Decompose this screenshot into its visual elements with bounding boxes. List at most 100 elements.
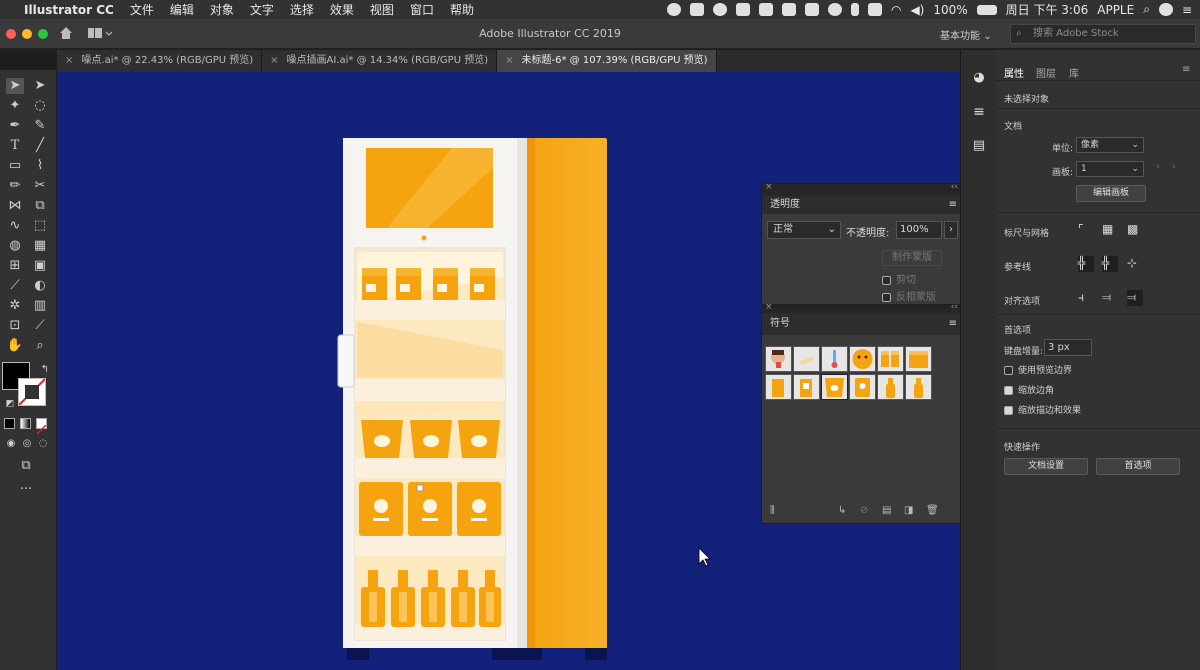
scissors-tool-icon[interactable]: ✂	[31, 178, 49, 194]
line-tool-icon[interactable]: ╱	[31, 138, 49, 154]
opacity-slider-arrow[interactable]: ›	[944, 221, 958, 239]
lock-guides-icon[interactable]: ╬	[1102, 256, 1118, 272]
close-icon[interactable]: ×	[765, 182, 773, 192]
tab-noise-illustration[interactable]: × 噪点插画AI.ai* @ 14.34% (RGB/GPU 预览)	[262, 50, 498, 72]
tab-noise[interactable]: × 噪点.ai* @ 22.43% (RGB/GPU 预览)	[57, 50, 263, 72]
menu-object[interactable]: 对象	[202, 1, 242, 18]
workspace-switcher[interactable]: 基本功能 ⌄	[940, 27, 992, 42]
type-tool-icon[interactable]: T	[6, 138, 24, 154]
symbol-thumb[interactable]	[793, 346, 820, 372]
wifi-icon[interactable]: ◠	[891, 3, 901, 17]
menu-help[interactable]: 帮助	[442, 1, 482, 18]
symbol-thumb[interactable]	[821, 374, 848, 400]
home-icon[interactable]	[58, 25, 74, 41]
panel-tab-transparency[interactable]: 透明度 ≡	[762, 196, 962, 214]
qq-icon[interactable]	[758, 3, 773, 16]
close-button[interactable]	[6, 29, 16, 39]
delete-icon[interactable]: 🗑	[926, 505, 939, 516]
tab-untitled-6[interactable]: × 未标题-6* @ 107.39% (RGB/GPU 预览)	[497, 50, 717, 72]
send-icon[interactable]	[735, 3, 750, 16]
scale-tool-icon[interactable]: ⧉	[31, 198, 49, 214]
artboard-tool-icon[interactable]: ⊡	[6, 318, 24, 334]
panel-menu-icon[interactable]: ≡	[949, 196, 957, 214]
artboards-panel-icon[interactable]: ▤	[971, 138, 987, 154]
close-icon[interactable]: ×	[765, 302, 773, 312]
blend-mode-select[interactable]: 正常 ⌄	[767, 221, 841, 239]
search-icon[interactable]: ⌕	[1143, 2, 1150, 17]
symbol-thumb[interactable]	[849, 346, 876, 372]
zoom-button[interactable]	[38, 29, 48, 39]
close-icon[interactable]: ×	[505, 55, 513, 66]
use-preview-bounds-checkbox[interactable]: 使用预览边界	[1004, 363, 1072, 376]
stock-search-input[interactable]: ⌕ 搜索 Adobe Stock	[1010, 24, 1196, 44]
snap-to-point-icon[interactable]: ⫞	[1078, 290, 1094, 306]
default-colors-icon[interactable]: ◩	[1, 396, 19, 412]
symbol-thumb[interactable]	[877, 374, 904, 400]
panel-menu-icon[interactable]: ≡	[1182, 64, 1190, 75]
rectangle-tool-icon[interactable]: ▭	[6, 158, 24, 174]
collapse-icon[interactable]: ‹‹	[951, 182, 958, 192]
close-icon[interactable]: ×	[270, 55, 278, 66]
more-tools-icon[interactable]: ···	[17, 482, 35, 498]
make-mask-button[interactable]: 制作蒙版	[882, 250, 942, 266]
paintbrush-tool-icon[interactable]: ⌇	[31, 158, 49, 174]
checkbox-on[interactable]	[1004, 386, 1013, 395]
record-icon[interactable]	[666, 3, 681, 16]
invert-check[interactable]	[882, 292, 891, 302]
zoom-tool-icon[interactable]: ⌕	[31, 338, 49, 354]
symbol-thumb[interactable]	[877, 346, 904, 372]
battery-icon[interactable]	[976, 4, 997, 15]
invert-mask-checkbox[interactable]: 反相蒙版	[882, 288, 936, 303]
layers-panel-icon[interactable]: ≡	[971, 104, 987, 120]
swap-colors-icon[interactable]: ↰	[36, 362, 54, 378]
stroke-swatch[interactable]	[18, 378, 46, 406]
upwork-icon[interactable]	[712, 3, 727, 16]
pen-tool-icon[interactable]: ✒	[6, 118, 24, 134]
column-graph-tool-icon[interactable]: ▥	[31, 298, 49, 314]
blend-tool-icon[interactable]: ◐	[31, 278, 49, 294]
preferences-button[interactable]: 首选项	[1096, 458, 1180, 475]
symbol-thumb[interactable]	[793, 374, 820, 400]
siri-icon[interactable]	[1158, 3, 1173, 16]
free-transform-tool-icon[interactable]: ⬚	[31, 218, 49, 234]
lasso-tool-icon[interactable]: ◌	[31, 98, 49, 114]
direct-selection-tool-icon[interactable]: ➤	[31, 78, 49, 94]
arrange-documents-icon[interactable]	[88, 27, 113, 41]
gradient-mode-icon[interactable]	[20, 418, 31, 429]
panel-tab-properties[interactable]: 属性	[1004, 65, 1024, 80]
menu-list-icon[interactable]: ≡	[1182, 3, 1192, 17]
smart-guides-icon[interactable]: ⊹	[1127, 256, 1143, 272]
draw-inside-icon[interactable]: ◌	[34, 436, 52, 452]
app-menu[interactable]: Illustrator CC	[16, 3, 122, 17]
volume-icon[interactable]: ◀)	[910, 3, 924, 17]
shape-builder-tool-icon[interactable]: ◍	[6, 238, 24, 254]
grid-icon[interactable]: ▦	[1102, 222, 1118, 238]
menu-edit[interactable]: 编辑	[162, 1, 202, 18]
grid-icon[interactable]	[867, 3, 882, 16]
snap-to-pixel-icon[interactable]: ⫤	[1102, 290, 1118, 306]
none-mode-icon[interactable]	[36, 418, 47, 435]
checkbox-off[interactable]	[1004, 366, 1013, 375]
symbol-thumb[interactable]	[905, 374, 932, 400]
symbol-options-icon[interactable]: ▤	[882, 505, 891, 516]
prev-artboard-icon[interactable]: ‹	[1156, 162, 1160, 172]
edit-artboard-button[interactable]: 编辑画板	[1076, 185, 1146, 202]
snap-to-glyph-icon[interactable]: ⫤	[1127, 290, 1143, 306]
next-artboard-icon[interactable]: ›	[1172, 162, 1176, 172]
weibo-icon[interactable]	[781, 3, 796, 16]
checkbox-on[interactable]	[1004, 406, 1013, 415]
selection-tool-icon[interactable]: ➤	[6, 78, 24, 94]
menu-window[interactable]: 窗口	[402, 1, 442, 18]
opacity-input[interactable]: 100%	[896, 221, 942, 239]
symbol-thumb[interactable]	[765, 374, 792, 400]
perspective-grid-tool-icon[interactable]: ▦	[31, 238, 49, 254]
hand-tool-icon[interactable]: ✋	[6, 338, 24, 354]
scale-corners-checkbox[interactable]: 缩放边角	[1004, 383, 1054, 396]
menu-file[interactable]: 文件	[122, 1, 162, 18]
mesh-tool-icon[interactable]: ⊞	[6, 258, 24, 274]
color-mode-icon[interactable]	[4, 418, 15, 429]
clip-checkbox[interactable]: 剪切	[882, 271, 916, 286]
message-icon[interactable]	[804, 3, 819, 16]
document-setup-button[interactable]: 文档设置	[1004, 458, 1088, 475]
reflect-tool-icon[interactable]: ⋈	[6, 198, 24, 214]
